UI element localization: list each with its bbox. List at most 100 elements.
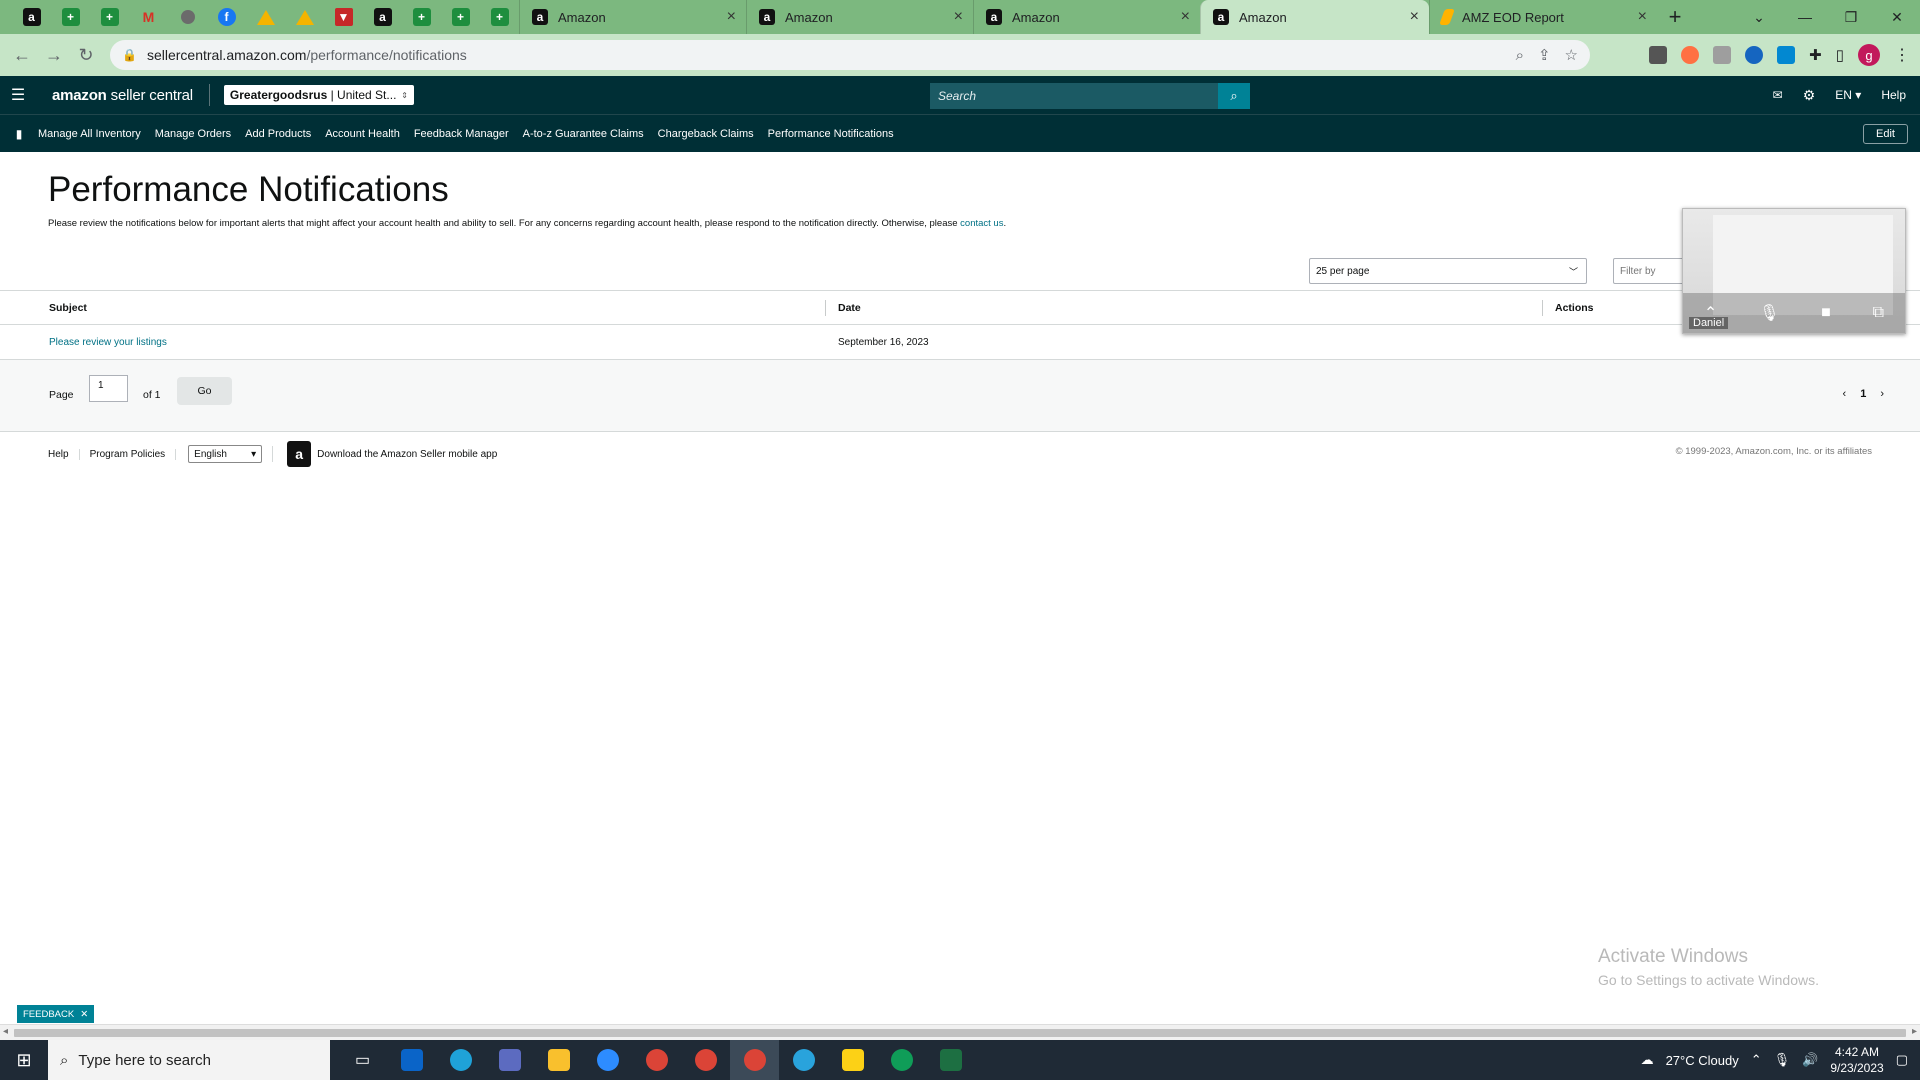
extension-icon[interactable]: [1777, 46, 1796, 64]
lock-icon[interactable]: 🔒: [122, 48, 137, 62]
chrome-icon[interactable]: [632, 1040, 681, 1080]
search-icon[interactable]: ⌕: [1218, 83, 1250, 109]
pinned-tab-amazon[interactable]: a: [363, 0, 402, 34]
taskbar-search[interactable]: ⌕ Type here to search: [48, 1040, 330, 1080]
pinned-tab-sheets[interactable]: +: [480, 0, 519, 34]
feedback-button[interactable]: FEEDBACK ✕: [17, 1005, 95, 1023]
current-page[interactable]: 1: [1860, 388, 1866, 400]
scroll-left-icon[interactable]: ◂: [3, 1026, 8, 1037]
horizontal-scrollbar[interactable]: ◂ ▸: [0, 1024, 1920, 1040]
file-explorer-icon[interactable]: [534, 1040, 583, 1080]
new-tab-button[interactable]: +: [1657, 4, 1693, 30]
extension-icon[interactable]: [1713, 46, 1732, 64]
nav-feedback-manager[interactable]: Feedback Manager: [414, 128, 509, 140]
close-tab-icon[interactable]: ×: [1410, 8, 1419, 26]
weather-icon[interactable]: ☁: [1641, 1052, 1654, 1068]
chrome-icon[interactable]: [681, 1040, 730, 1080]
camera-icon[interactable]: ■: [1821, 304, 1831, 322]
taskbar-search-input[interactable]: Type here to search: [78, 1052, 211, 1069]
side-panel-icon[interactable]: ▯: [1836, 46, 1844, 64]
language-selector[interactable]: EN ▾: [1835, 88, 1861, 102]
footer-help-link[interactable]: Help: [38, 448, 80, 460]
chevron-up-icon[interactable]: ⌃: [1751, 1052, 1762, 1068]
seller-app-link[interactable]: a Download the Amazon Seller mobile app: [287, 441, 497, 467]
forward-button[interactable]: →: [38, 45, 70, 66]
reload-button[interactable]: ↻: [70, 45, 102, 66]
clock[interactable]: 4:42 AM 9/23/2023: [1830, 1044, 1883, 1076]
task-view-icon[interactable]: ▭: [338, 1040, 387, 1080]
nav-a-to-z-claims[interactable]: A-to-z Guarantee Claims: [523, 128, 644, 140]
address-bar[interactable]: 🔒 sellercentral.amazon.com/performance/n…: [110, 40, 1590, 70]
notifications-icon[interactable]: ▢: [1896, 1052, 1908, 1068]
sticky-notes-icon[interactable]: [828, 1040, 877, 1080]
close-tab-icon[interactable]: ×: [1638, 8, 1647, 26]
footer-language-select[interactable]: English ▾: [188, 445, 263, 463]
nav-add-products[interactable]: Add Products: [245, 128, 311, 140]
edge-icon[interactable]: [436, 1040, 485, 1080]
pinned-tab-drive[interactable]: [246, 0, 285, 34]
nav-manage-orders[interactable]: Manage Orders: [155, 128, 231, 140]
browser-tab[interactable]: a Amazon ×: [973, 0, 1200, 34]
nav-manage-inventory[interactable]: Manage All Inventory: [38, 128, 141, 140]
page-number-input[interactable]: 1: [89, 375, 128, 402]
close-window-button[interactable]: ✕: [1874, 9, 1920, 26]
mic-muted-icon[interactable]: 🎙: [1759, 303, 1779, 323]
seller-central-logo[interactable]: amazon seller central: [52, 84, 210, 106]
zoom-icon[interactable]: ⌕: [1516, 47, 1524, 64]
store-selector[interactable]: Greatergoodsrus | United St... ⇕: [223, 85, 414, 105]
nav-performance-notifications[interactable]: Performance Notifications: [768, 128, 894, 140]
close-tab-icon[interactable]: ×: [954, 8, 963, 26]
weather-text[interactable]: 27°C Cloudy: [1666, 1053, 1739, 1068]
browser-tab[interactable]: AMZ EOD Report ×: [1429, 0, 1657, 34]
scrollbar-thumb[interactable]: [14, 1029, 1906, 1037]
pinned-tab-sheets[interactable]: +: [90, 0, 129, 34]
help-link[interactable]: Help: [1881, 88, 1906, 102]
mail-icon[interactable]: ✉: [1773, 88, 1783, 102]
puzzle-icon[interactable]: ✚: [1809, 46, 1822, 64]
nav-account-health[interactable]: Account Health: [325, 128, 400, 140]
contact-us-link[interactable]: contact us: [960, 218, 1003, 229]
tab-search-icon[interactable]: ⌄: [1736, 9, 1782, 26]
prev-page-icon[interactable]: ‹: [1843, 388, 1847, 400]
column-header-subject[interactable]: Subject: [49, 291, 87, 324]
pinned-tab-sheets[interactable]: +: [402, 0, 441, 34]
browser-tab-active[interactable]: a Amazon ×: [1200, 0, 1429, 34]
nav-chargeback-claims[interactable]: Chargeback Claims: [658, 128, 754, 140]
extension-icon[interactable]: [1681, 46, 1700, 64]
popout-icon[interactable]: ⧉: [1873, 304, 1884, 322]
gear-icon[interactable]: ⚙: [1803, 87, 1816, 104]
go-button[interactable]: Go: [177, 377, 232, 405]
notification-subject-link[interactable]: Please review your listings: [49, 337, 167, 348]
close-tab-icon[interactable]: ×: [1181, 8, 1190, 26]
column-header-date[interactable]: Date: [838, 291, 861, 324]
profile-avatar[interactable]: g: [1858, 44, 1880, 66]
volume-icon[interactable]: 🔊: [1802, 1052, 1818, 1068]
chrome-icon[interactable]: [730, 1040, 779, 1080]
share-icon[interactable]: ⇪: [1538, 46, 1551, 64]
menu-kebab-icon[interactable]: ⋮: [1894, 45, 1910, 65]
back-button[interactable]: ←: [6, 45, 38, 66]
edit-bookmarks-button[interactable]: Edit: [1863, 124, 1908, 144]
browser-tab[interactable]: a Amazon ×: [519, 0, 746, 34]
close-tab-icon[interactable]: ×: [727, 8, 736, 26]
pinned-tab-amazon[interactable]: a: [12, 0, 51, 34]
hamburger-menu-icon[interactable]: ☰: [0, 85, 36, 105]
windows-start-icon[interactable]: ⊞: [0, 1050, 48, 1071]
pinned-tab-sheets[interactable]: +: [441, 0, 480, 34]
scroll-right-icon[interactable]: ▸: [1912, 1026, 1917, 1037]
pinned-tab-web[interactable]: [168, 0, 207, 34]
bookmark-star-icon[interactable]: ☆: [1565, 46, 1578, 64]
per-page-select[interactable]: 25 per page ﹀: [1309, 258, 1587, 284]
pinned-tab-facebook[interactable]: f: [207, 0, 246, 34]
pinned-tab-vpn[interactable]: ▼: [324, 0, 363, 34]
store-icon[interactable]: [387, 1040, 436, 1080]
telegram-icon[interactable]: [779, 1040, 828, 1080]
next-page-icon[interactable]: ›: [1880, 388, 1884, 400]
minimize-button[interactable]: —: [1782, 9, 1828, 25]
extension-icon[interactable]: [1649, 46, 1668, 64]
pinned-tab-drive[interactable]: [285, 0, 324, 34]
pinned-tab-sheets[interactable]: +: [51, 0, 90, 34]
footer-policies-link[interactable]: Program Policies: [80, 448, 177, 460]
mail-app-icon[interactable]: [485, 1040, 534, 1080]
extension-icon[interactable]: [1745, 46, 1764, 64]
